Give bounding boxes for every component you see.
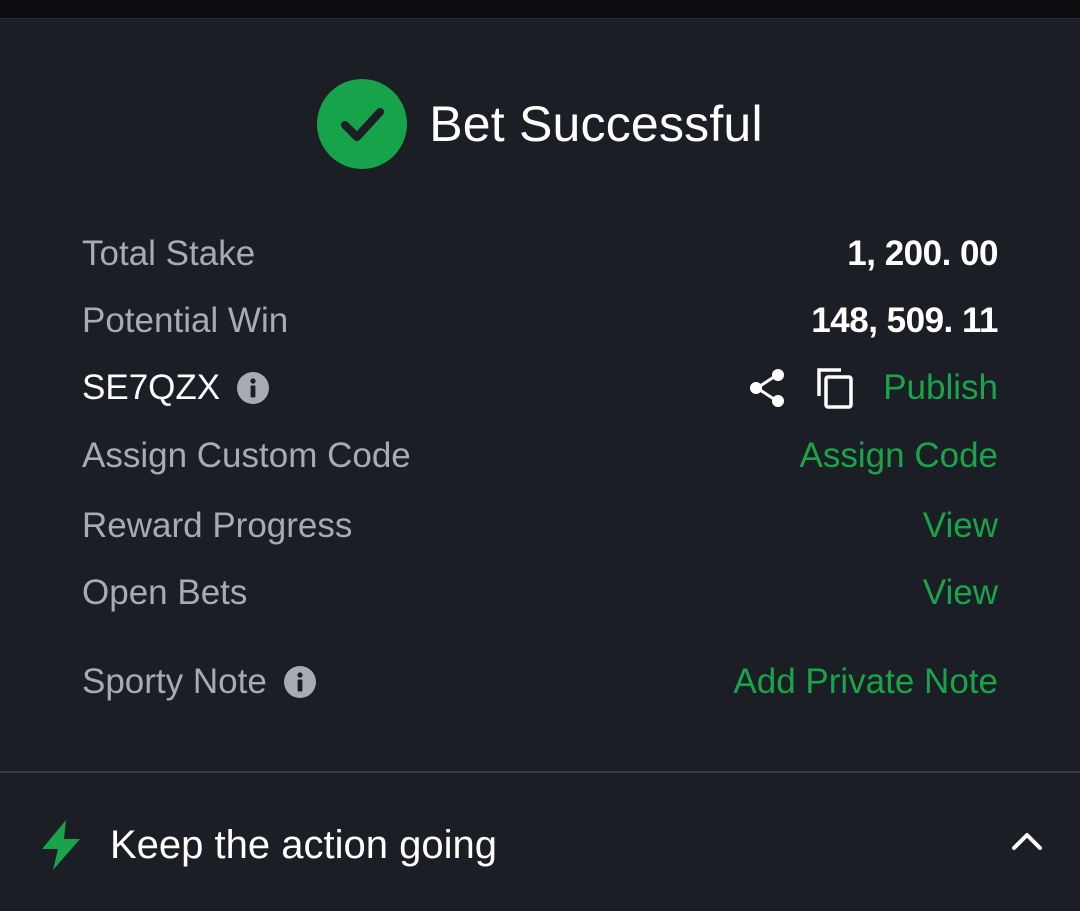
reward-progress-label: Reward Progress xyxy=(82,506,353,545)
sporty-note-info-icon[interactable] xyxy=(283,665,317,699)
open-bets-view-link[interactable]: View xyxy=(923,573,998,613)
chevron-up-icon[interactable] xyxy=(1010,830,1044,852)
booking-actions: Publish xyxy=(747,366,998,410)
sporty-note-row: Sporty Note Add Private Note xyxy=(82,657,998,707)
custom-code-label: Assign Custom Code xyxy=(82,436,411,475)
page-title: Bet Successful xyxy=(429,96,763,152)
booking-code-group: SE7QZX xyxy=(82,368,270,408)
success-check-icon xyxy=(317,79,408,169)
booking-code-row: SE7QZX Publish xyxy=(82,363,998,413)
top-edge-bar xyxy=(0,0,1080,19)
add-private-note-link[interactable]: Add Private Note xyxy=(733,662,998,702)
booking-code-info-icon[interactable] xyxy=(236,371,270,405)
sporty-note-group: Sporty Note xyxy=(82,662,317,702)
open-bets-row: Open Bets View xyxy=(82,568,998,618)
lightning-bolt-icon xyxy=(38,818,84,872)
keep-action-going-title: Keep the action going xyxy=(110,822,497,867)
section-divider xyxy=(0,771,1080,773)
potential-win-label: Potential Win xyxy=(82,301,289,340)
potential-win-row: Potential Win 148, 509. 11 xyxy=(82,296,998,346)
open-bets-label: Open Bets xyxy=(82,573,248,612)
custom-code-row: Assign Custom Code Assign Code xyxy=(82,431,998,481)
publish-link[interactable]: Publish xyxy=(883,368,998,408)
potential-win-value: 148, 509. 11 xyxy=(811,301,998,340)
booking-code: SE7QZX xyxy=(82,368,221,407)
share-icon[interactable] xyxy=(747,367,787,409)
assign-code-link[interactable]: Assign Code xyxy=(800,436,998,476)
sporty-note-label: Sporty Note xyxy=(82,662,267,701)
success-header: Bet Successful xyxy=(0,78,1080,170)
total-stake-row: Total Stake 1, 200. 00 xyxy=(82,229,998,279)
reward-progress-row: Reward Progress View xyxy=(82,501,998,551)
keep-action-going-section[interactable]: Keep the action going xyxy=(0,800,1080,890)
total-stake-value: 1, 200. 00 xyxy=(847,234,998,273)
total-stake-label: Total Stake xyxy=(82,234,256,273)
reward-view-link[interactable]: View xyxy=(923,506,998,546)
copy-icon[interactable] xyxy=(815,366,855,410)
